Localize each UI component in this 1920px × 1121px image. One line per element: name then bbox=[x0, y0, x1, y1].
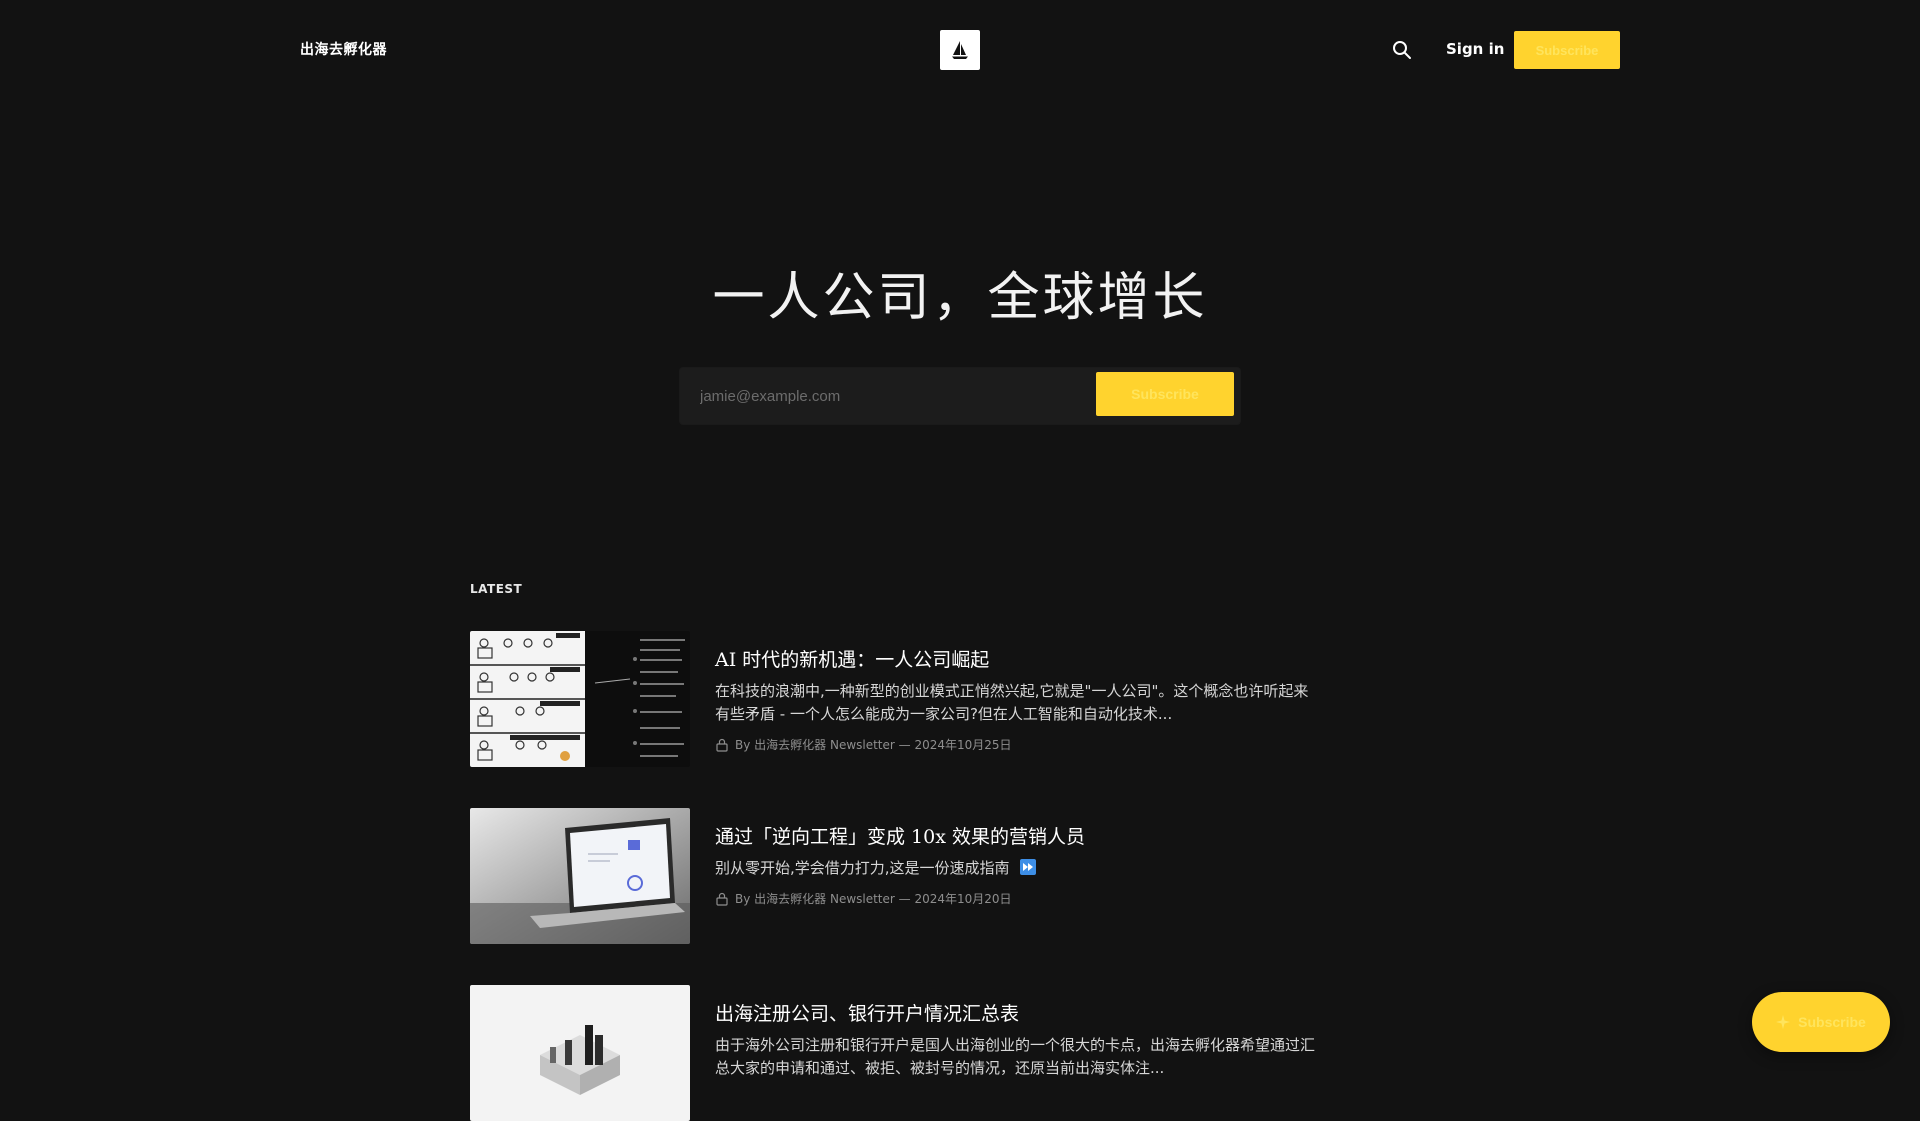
post-excerpt-text: 别从零开始,学会借力打力,这是一份速成指南 bbox=[715, 859, 1010, 877]
post-title[interactable]: 出海注册公司、银行开户情况汇总表 bbox=[715, 999, 1320, 1026]
isometric-blocks-image bbox=[470, 985, 690, 1121]
post-meta: By 出海去孵化器 Newsletter — 2024年10月20日 bbox=[715, 890, 1320, 907]
post-body: 通过「逆向工程」变成 10x 效果的营销人员 别从零开始,学会借力打力,这是一份… bbox=[715, 822, 1320, 907]
search-icon bbox=[1393, 41, 1411, 59]
post-card[interactable]: 通过「逆向工程」变成 10x 效果的营销人员 别从零开始,学会借力打力,这是一份… bbox=[470, 808, 1320, 944]
post-byline: By 出海去孵化器 Newsletter — 2024年10月25日 bbox=[735, 738, 1012, 752]
post-thumbnail[interactable] bbox=[470, 808, 690, 944]
email-input[interactable] bbox=[680, 368, 1090, 424]
post-byline: By 出海去孵化器 Newsletter — 2024年10月20日 bbox=[735, 892, 1012, 906]
lock-icon bbox=[716, 738, 728, 752]
site-logo[interactable] bbox=[940, 30, 980, 70]
site-title[interactable]: 出海去孵化器 bbox=[300, 39, 387, 59]
post-body: 出海注册公司、银行开户情况汇总表 由于海外公司注册和银行开户是国人出海创业的一个… bbox=[715, 999, 1320, 1080]
lock-icon bbox=[716, 892, 728, 906]
post-title[interactable]: 通过「逆向工程」变成 10x 效果的营销人员 bbox=[715, 822, 1320, 849]
comic-panel-image bbox=[470, 631, 690, 767]
floating-subscribe-label: Subscribe bbox=[1798, 1014, 1866, 1030]
subscribe-form: Subscribe bbox=[680, 368, 1240, 424]
section-label-latest: LATEST bbox=[470, 582, 523, 596]
post-title[interactable]: AI 时代的新机遇：一人公司崛起 bbox=[715, 645, 1320, 672]
hero-subscribe-button[interactable]: Subscribe bbox=[1096, 372, 1234, 416]
post-excerpt: 别从零开始,学会借力打力,这是一份速成指南 bbox=[715, 857, 1320, 880]
fast-forward-icon bbox=[1020, 859, 1037, 875]
post-body: AI 时代的新机遇：一人公司崛起 在科技的浪潮中,一种新型的创业模式正悄然兴起,… bbox=[715, 645, 1320, 753]
laptop-image bbox=[470, 808, 690, 944]
post-excerpt: 由于海外公司注册和银行开户是国人出海创业的一个很大的卡点，出海去孵化器希望通过汇… bbox=[715, 1036, 1316, 1077]
signin-link[interactable]: Sign in bbox=[1446, 40, 1504, 58]
sparkle-icon bbox=[1776, 1015, 1791, 1029]
post-meta: By 出海去孵化器 Newsletter — 2024年10月25日 bbox=[715, 736, 1320, 753]
post-card[interactable]: 出海注册公司、银行开户情况汇总表 由于海外公司注册和银行开户是国人出海创业的一个… bbox=[470, 985, 1320, 1121]
site-header: 出海去孵化器 Sign in Subscribe bbox=[0, 0, 1920, 100]
floating-subscribe-button[interactable]: Subscribe bbox=[1752, 992, 1890, 1052]
hero-title: 一人公司，全球增长 bbox=[712, 268, 1208, 328]
search-button[interactable] bbox=[1390, 38, 1414, 62]
header-subscribe-button[interactable]: Subscribe bbox=[1514, 31, 1620, 69]
post-thumbnail[interactable] bbox=[470, 985, 690, 1121]
post-excerpt: 在科技的浪潮中,一种新型的创业模式正悄然兴起,它就是"一人公司"。这个概念也许听… bbox=[715, 682, 1309, 723]
sailboat-icon bbox=[952, 41, 968, 59]
post-card[interactable]: AI 时代的新机遇：一人公司崛起 在科技的浪潮中,一种新型的创业模式正悄然兴起,… bbox=[470, 631, 1320, 767]
post-thumbnail[interactable] bbox=[470, 631, 690, 767]
